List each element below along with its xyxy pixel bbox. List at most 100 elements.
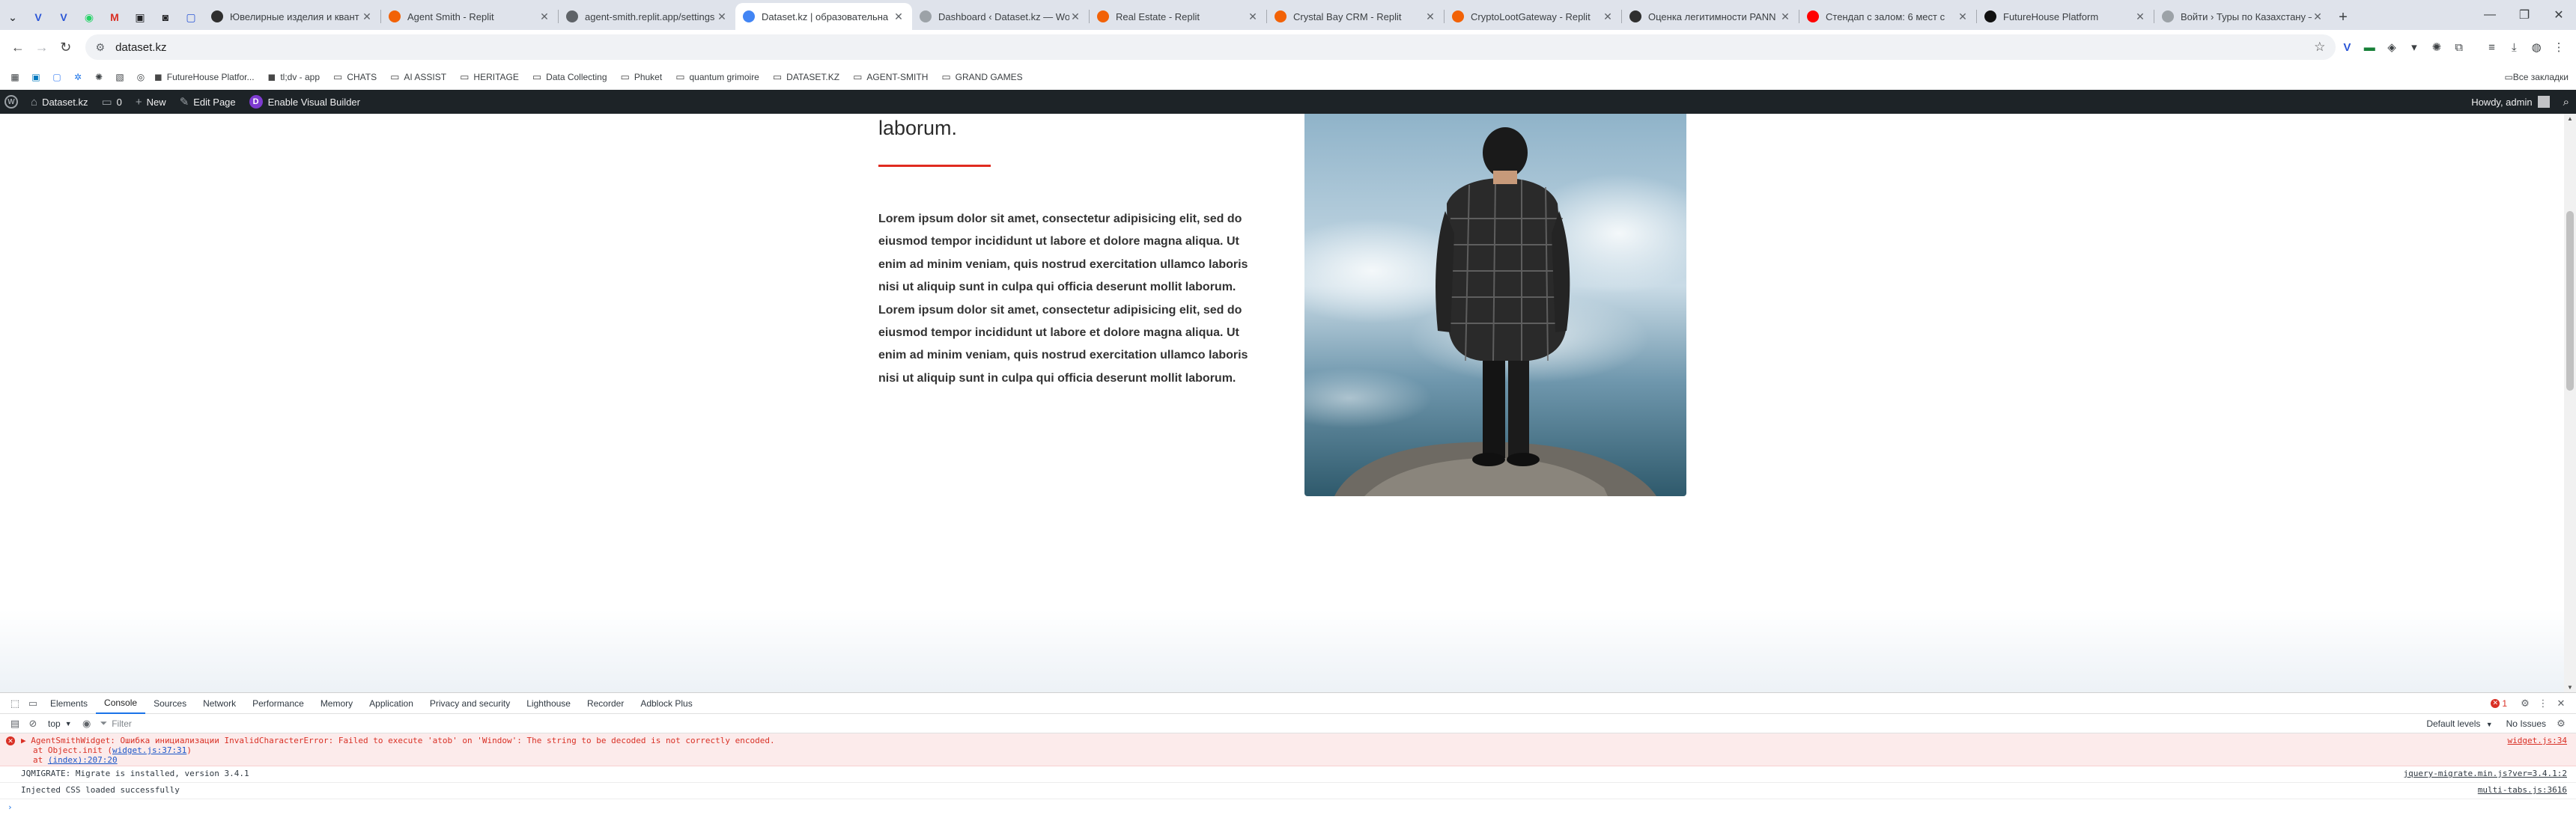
browser-tab[interactable]: Crystal Bay CRM - Replit ✕	[1267, 3, 1444, 30]
pinned-tab-box-icon[interactable]: ▢	[178, 4, 204, 30]
bookmark-item[interactable]: ◼ tl;dv - app	[268, 71, 321, 83]
tab-close-icon[interactable]: ✕	[1069, 10, 1081, 23]
clear-console-icon[interactable]: ⊘	[24, 718, 42, 730]
tab-close-icon[interactable]: ✕	[716, 10, 728, 23]
profile-avatar-icon[interactable]: ◍	[2525, 36, 2548, 58]
extension-openai-icon[interactable]: ✺	[2425, 36, 2448, 58]
console-filter-input[interactable]: ⏷ Filter	[96, 716, 2418, 731]
wp-search-icon[interactable]: ⌕	[2557, 90, 2576, 114]
bookmark-item[interactable]: ▭ DATASET.KZ	[773, 71, 839, 83]
tab-search-icon[interactable]: ⌄	[0, 4, 25, 30]
devtools-tab[interactable]: Memory	[312, 693, 361, 714]
browser-tab[interactable]: Real Estate - Replit ✕	[1090, 3, 1266, 30]
bookmark-trello-icon[interactable]: ▣	[28, 70, 43, 85]
source-link[interactable]: widget.js:34	[2508, 736, 2567, 745]
scroll-down-icon[interactable]: ▼	[2564, 684, 2576, 691]
browser-tab[interactable]: CryptoLootGateway - Replit ✕	[1445, 3, 1621, 30]
wp-account[interactable]: Howdy, admin	[2464, 90, 2556, 114]
browser-tab[interactable]: Dashboard ‹ Dataset.kz — Wor ✕	[912, 3, 1089, 30]
wordpress-logo-icon[interactable]: W	[4, 95, 18, 109]
wp-new[interactable]: + New	[129, 90, 173, 114]
devtools-tab[interactable]: Console	[96, 693, 146, 714]
expand-arrow-icon[interactable]: ▶	[21, 736, 26, 745]
devtools-tab[interactable]: Privacy and security	[422, 693, 518, 714]
source-link[interactable]: jquery-migrate.min.js?ver=3.4.1:2	[2403, 769, 2567, 778]
bookmark-item[interactable]: ▭ HERITAGE	[460, 71, 519, 83]
all-bookmarks[interactable]: ▭ Все закладки	[2504, 72, 2569, 82]
bookmark-item[interactable]: ▭ GRAND GAMES	[941, 71, 1022, 83]
browser-tab[interactable]: FutureHouse Platform ✕	[1977, 3, 2154, 30]
page-scrollbar[interactable]: ▲ ▼	[2564, 114, 2576, 692]
bookmark-item[interactable]: ▭ AGENT-SMITH	[853, 71, 928, 83]
browser-tab[interactable]: Agent Smith - Replit ✕	[381, 3, 558, 30]
bookmark-item[interactable]: ◼ FutureHouse Platfor...	[154, 71, 255, 83]
bookmark-chat-icon[interactable]: ◎	[133, 70, 148, 85]
inspect-element-icon[interactable]: ⬚	[6, 698, 24, 709]
sidebar-toggle-icon[interactable]: ▤	[6, 718, 24, 730]
pinned-tab-whatsapp-icon[interactable]: ◉	[76, 4, 102, 30]
pinned-tab-ext-icon[interactable]: ◙	[153, 4, 178, 30]
devtools-tab[interactable]: Application	[361, 693, 422, 714]
issues-counter[interactable]: No Issues	[2506, 718, 2546, 729]
pinned-tab-v2-icon[interactable]: V	[51, 4, 76, 30]
pinned-tab-v-icon[interactable]: V	[25, 4, 51, 30]
tab-close-icon[interactable]: ✕	[361, 10, 373, 23]
settings-gear-icon[interactable]: ⚙	[2516, 698, 2534, 709]
log-levels-dropdown[interactable]: Default levels ▼	[2426, 718, 2492, 729]
devtools-tab[interactable]: Sources	[145, 693, 195, 714]
devtools-tab[interactable]: Recorder	[579, 693, 632, 714]
devtools-tab[interactable]: Network	[195, 693, 244, 714]
extension-menu-icon[interactable]: ▾	[2403, 36, 2425, 58]
tab-close-icon[interactable]: ✕	[1247, 10, 1259, 23]
bookmark-item[interactable]: ▭ AI ASSIST	[390, 71, 446, 83]
stack-link[interactable]: (index):207:20	[48, 755, 118, 765]
devtools-tab[interactable]: Elements	[42, 693, 96, 714]
tab-close-icon[interactable]: ✕	[1424, 10, 1436, 23]
browser-tab[interactable]: Ювелирные изделия и квант ✕	[204, 3, 380, 30]
downloads-icon[interactable]: ⤓	[2503, 36, 2525, 58]
context-selector[interactable]: top ▼	[48, 718, 72, 729]
wp-site-name[interactable]: ⌂ Dataset.kz	[24, 90, 94, 114]
bookmark-item[interactable]: ▭ quantum grimoire	[675, 71, 759, 83]
scrollbar-thumb[interactable]	[2566, 211, 2574, 391]
browser-tab[interactable]: Оценка легитимности PANN ✕	[1622, 3, 1799, 30]
source-link[interactable]: multi-tabs.js:3616	[2478, 785, 2567, 795]
devtools-tab[interactable]: Lighthouse	[518, 693, 579, 714]
bookmark-star-icon[interactable]: ☆	[2314, 40, 2325, 55]
wp-comments[interactable]: ▭ 0	[94, 90, 128, 114]
browser-tab[interactable]: Стендап с залом: 6 мест с ✕	[1799, 3, 1976, 30]
tab-close-icon[interactable]: ✕	[538, 10, 550, 23]
tab-close-icon[interactable]: ✕	[1957, 10, 1969, 23]
tab-close-icon[interactable]: ✕	[2312, 10, 2324, 23]
url-text[interactable]: dataset.kz	[115, 41, 2314, 54]
site-info-icon[interactable]: ⚙	[96, 41, 106, 54]
forward-arrow-icon[interactable]: →	[30, 35, 54, 59]
minimize-icon[interactable]: —	[2473, 0, 2507, 30]
console-error-message[interactable]: ✕ ▶ AgentSmithWidget: Ошибка инициализац…	[0, 733, 2576, 766]
device-toolbar-icon[interactable]: ▭	[24, 698, 42, 709]
devtools-tab[interactable]: Performance	[244, 693, 312, 714]
tab-close-icon[interactable]: ✕	[2134, 10, 2146, 23]
browser-tab[interactable]: Dataset.kz | образовательна ✕	[735, 3, 912, 30]
back-arrow-icon[interactable]: ←	[6, 35, 30, 59]
reload-icon[interactable]: ↻	[54, 35, 78, 59]
devtools-tab[interactable]: Adblock Plus	[632, 693, 700, 714]
maximize-icon[interactable]: ❐	[2507, 0, 2542, 30]
scroll-up-icon[interactable]: ▲	[2564, 115, 2576, 122]
close-window-icon[interactable]: ✕	[2542, 0, 2576, 30]
tab-close-icon[interactable]: ✕	[893, 10, 905, 23]
wp-edit-page[interactable]: ✎ Edit Page	[173, 90, 243, 114]
stack-link[interactable]: widget.js:37:31	[112, 745, 186, 755]
console-prompt[interactable]: ›	[0, 799, 2576, 815]
apps-grid-icon[interactable]: ▦	[7, 70, 22, 85]
reading-list-icon[interactable]: ≡	[2481, 36, 2503, 58]
pinned-tab-gmail-icon[interactable]: M	[102, 4, 127, 30]
bookmark-gear-icon[interactable]: ✲	[70, 70, 85, 85]
address-bar[interactable]: ⚙ dataset.kz ☆	[85, 34, 2336, 60]
bookmark-app-icon[interactable]: ▢	[49, 70, 64, 85]
browser-tab[interactable]: Войти › Туры по Казахстану — ✕	[2154, 3, 2331, 30]
browser-tab[interactable]: agent-smith.replit.app/settings ✕	[559, 3, 735, 30]
bookmark-openai-icon[interactable]: ✺	[91, 70, 106, 85]
wp-visual-builder[interactable]: D Enable Visual Builder	[243, 90, 367, 114]
browser-menu-icon[interactable]: ⋮	[2548, 36, 2570, 58]
